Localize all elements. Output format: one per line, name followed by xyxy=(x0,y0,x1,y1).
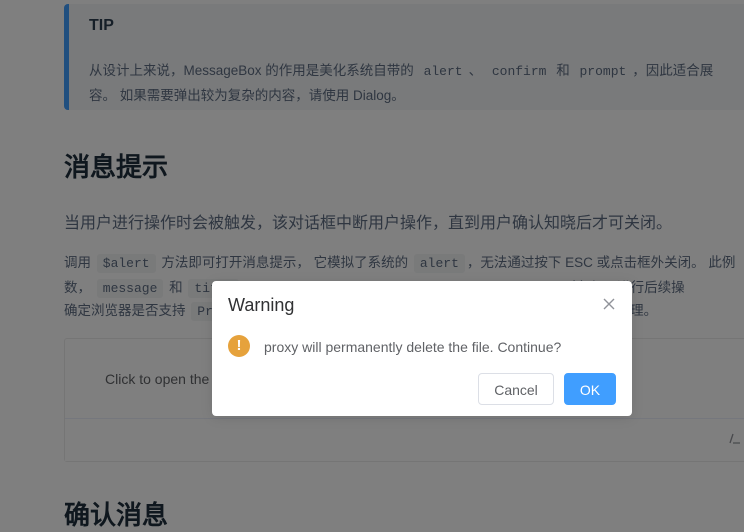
cancel-button[interactable]: Cancel xyxy=(478,373,554,405)
message-box-dialog: Warning ! proxy will permanently delete … xyxy=(212,281,632,416)
dialog-message: proxy will permanently delete the file. … xyxy=(264,339,562,355)
ok-button[interactable]: OK xyxy=(564,373,616,405)
modal-overlay[interactable] xyxy=(0,0,744,532)
warning-icon: ! xyxy=(228,335,250,357)
dialog-title: Warning xyxy=(228,295,295,315)
close-icon[interactable] xyxy=(602,297,616,311)
